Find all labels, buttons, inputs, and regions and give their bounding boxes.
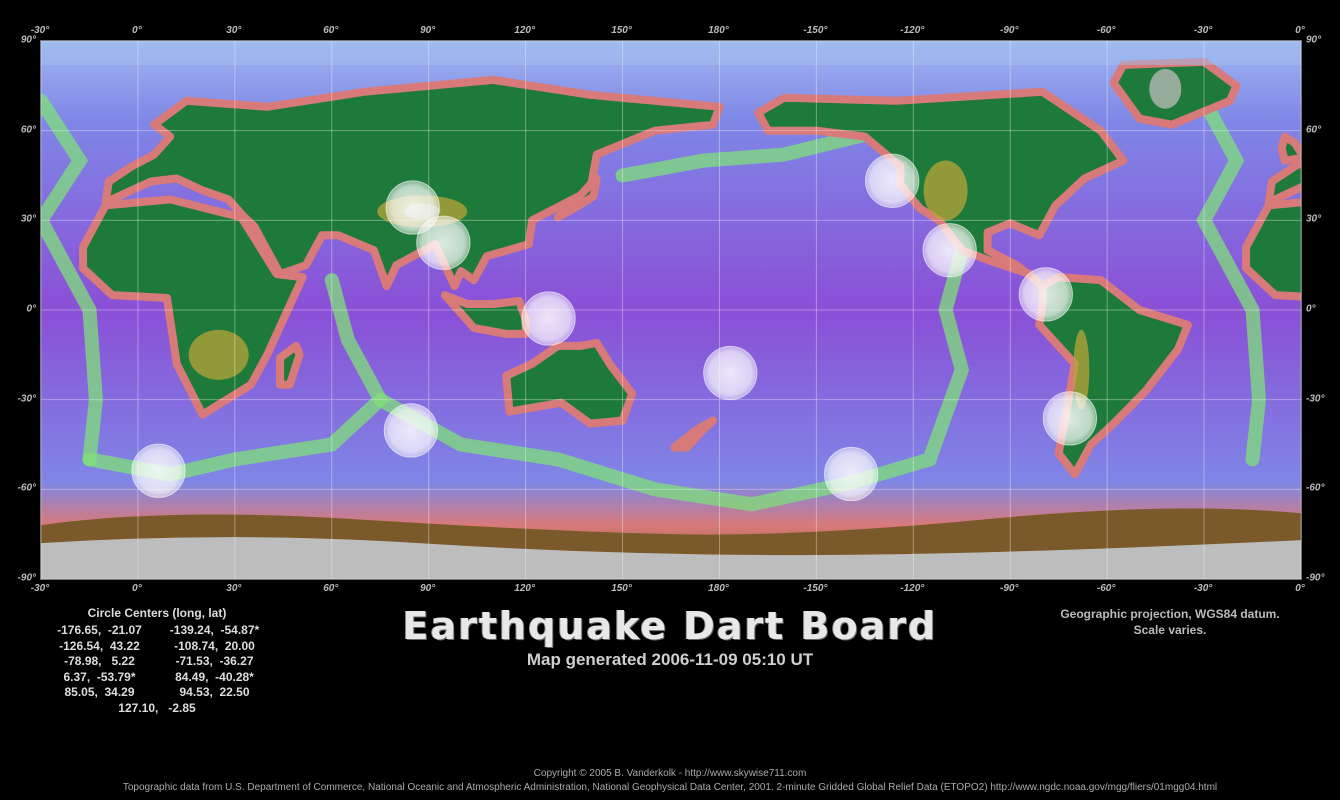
greenland-ice [1149,68,1182,109]
lon-tick-bottom: 0° [1295,583,1305,594]
map-title: Earthquake Dart Board [402,604,938,648]
circle-center-value: -108.74, 20.00 [174,638,255,653]
lon-tick-bottom: 90° [420,583,436,594]
circle-center-value: -71.53, -36.27 [175,654,254,668]
circle-center-value: -176.65, -21.07 [57,623,142,637]
circle-center-value: 84.49, -40.28* [175,669,254,684]
circle-marker [1042,391,1098,446]
map-subtitle: Map generated 2006-11-09 05:10 UT [526,650,814,669]
lon-tick-top: 0° [132,25,142,36]
circle-centers-list: -176.65, -21.07 -139.24, -54.87* -126.54, … [42,623,272,716]
lon-tick-top: -60° [1096,25,1116,36]
rocky-mountains [923,160,968,221]
lon-tick-bottom: 120° [514,583,535,594]
map-canvas [41,41,1301,579]
lon-tick-bottom: 30° [226,583,242,594]
data-source-text: Topographic data from U.S. Department of… [122,782,1218,793]
lon-tick-bottom: -30° [30,583,50,594]
circle-center-value: 127.10, -2.85 [118,700,196,715]
lat-tick-left: 60° [20,124,36,136]
lon-tick-top: 30° [226,25,242,36]
lat-tick-left: -60° [17,482,36,494]
lon-tick-top: -90° [999,25,1019,36]
circle-center-value: -78.98, 5.22 [64,654,135,668]
circle-center-value: -126.54, 43.22 [59,638,140,653]
circle-centers-row: -176.65, -21.07 -139.24, -54.87* [42,623,272,639]
world-relief-map [40,40,1302,580]
lon-tick-bottom: -90° [999,583,1019,594]
lat-tick-right: -30° [1306,393,1325,405]
circle-marker [865,153,920,208]
lon-tick-bottom: 150° [611,583,632,594]
footer: Copyright © 2005 B. Vanderkolk - http://… [0,767,1340,795]
title-block: Earthquake Dart Board Map generated 2006… [360,604,980,670]
circle-centers-title: Circle Centers (long, lat) [87,606,227,620]
circle-marker [1018,267,1073,322]
lon-tick-bottom: 180° [708,583,729,594]
circle-marker [383,403,439,458]
lat-tick-left: -90° [17,572,36,584]
scale-line: Scale varies. [1133,623,1207,637]
circle-centers-row: -78.98, 5.22 -71.53, -36.27 [42,654,272,670]
lat-tick-right: 0° [1306,303,1316,315]
lat-tick-right: 30° [1306,213,1322,225]
southern-africa-plateau [188,329,249,380]
arctic-ice [41,41,1301,65]
circle-centers-row: 127.10, -2.85 [42,701,272,717]
circle-marker [521,291,576,346]
lon-tick-bottom: 0° [132,583,142,594]
lon-tick-bottom: -60° [1096,583,1116,594]
circle-marker [703,345,758,401]
circle-center-value: 6.37, -53.79* [63,669,136,684]
lon-tick-bottom: -30° [1193,583,1213,594]
lat-tick-right: 60° [1306,124,1322,136]
lon-tick-bottom: -150° [803,583,828,594]
circle-centers-row: 6.37, -53.79* 84.49, -40.28* [42,670,272,686]
circle-centers-row: -126.54, 43.22 -108.74, 20.00 [42,639,272,655]
circle-center-value: -139.24, -54.87* [169,623,260,637]
circle-marker [131,443,186,498]
lat-tick-right: -60° [1306,482,1325,494]
lon-tick-top: -30° [1193,25,1213,36]
projection-line: Geographic projection, WGS84 datum. [1060,607,1280,621]
lat-tick-left: 30° [20,213,36,225]
projection-note: Geographic projection, WGS84 datum. Scal… [1030,606,1310,638]
lon-tick-top: 60° [323,25,339,36]
circle-marker [823,446,879,502]
lat-tick-left: -30° [17,393,36,405]
lat-tick-right: 90° [1306,34,1322,46]
circle-center-value: 94.53, 22.50 [179,685,250,699]
lat-tick-left: 0° [26,303,36,315]
lon-tick-top: 90° [420,25,436,36]
lat-tick-right: -90° [1306,572,1325,584]
lon-tick-bottom: 60° [323,583,339,594]
circle-marker [922,223,977,278]
lon-tick-top: 0° [1295,25,1305,36]
circle-marker [416,215,471,270]
copyright-text: Copyright © 2005 B. Vanderkolk - http://… [533,768,807,779]
circle-center-value: 85.05, 34.29 [64,685,135,699]
lon-tick-top: 120° [514,25,535,36]
lon-tick-top: -120° [900,25,925,36]
lon-tick-bottom: -120° [900,583,925,594]
lon-tick-top: 180° [708,25,729,36]
lat-tick-left: 90° [20,34,36,46]
lon-tick-top: 150° [611,25,632,36]
circle-centers-row: 85.05, 34.29 94.53, 22.50 [42,685,272,701]
circle-centers-panel: Circle Centers (long, lat) -176.65, -21.… [42,606,272,716]
lon-tick-top: -150° [803,25,828,36]
